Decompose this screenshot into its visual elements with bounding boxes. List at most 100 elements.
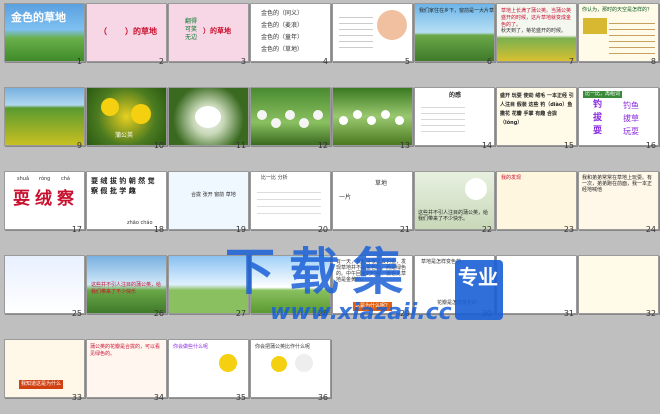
slide-number: 11 xyxy=(235,141,246,150)
slide-number: 24 xyxy=(645,225,656,234)
slide-thumbnail-1[interactable]: 金色的草地 1 xyxy=(0,0,85,66)
slide-thumbnail-16[interactable]: 比一比，再组词钓 钓鱼拔 拔草耍 玩耍 16 xyxy=(574,84,659,150)
slide-thumbnail-20[interactable]: 比一比 分析 20 xyxy=(246,168,331,234)
slide-thumbnail-8[interactable]: 你认为，那时的天空是怎样的？ 8 xyxy=(574,0,659,66)
slide-text: 这些并不引人注目的蒲公英，给我们带来了不少快乐。 xyxy=(418,210,489,222)
slide-thumbnail-21[interactable]: 一片 草地 21 xyxy=(328,168,413,234)
slide-text: 你认为，那时的天空是怎样的？ xyxy=(582,7,653,13)
slide-preview-5 xyxy=(332,3,413,62)
slide-preview-36: 你会把蒲公英比作什么呢 xyxy=(250,339,331,398)
slide-text: ）的草地 xyxy=(203,27,231,35)
slide-thumbnail-7[interactable]: 草地上长满了蒲公英。当蒲公英盛开的时候，这片草地就变成金色的了。 秋天到了，菊花盛… xyxy=(492,0,577,66)
dandelion-seed xyxy=(395,116,404,125)
dandelion-seed xyxy=(381,110,390,119)
slide-text: chá xyxy=(61,176,70,182)
slide-text: 金色的（草地） xyxy=(261,46,304,53)
slide-thumbnail-33[interactable]: 我知道这是为什么 33 xyxy=(0,336,85,402)
slide-thumbnail-9[interactable]: 9 xyxy=(0,84,85,150)
slide-text: 一片 xyxy=(339,194,352,201)
slide-text: róng xyxy=(39,176,51,182)
slide-text: 金色的（麦浪） xyxy=(261,22,304,29)
slide-text: 金色的（同义） xyxy=(261,10,304,17)
slide-preview-3: 翻得 可笑 无边 ）的草地 xyxy=(168,3,249,62)
slide-text: 金色的（童年） xyxy=(261,34,304,41)
slide-thumbnail-25[interactable]: 25 xyxy=(0,252,85,318)
slide-thumbnail-13[interactable]: 13 xyxy=(328,84,413,150)
dandelion xyxy=(219,354,237,372)
slide-number: 15 xyxy=(563,141,574,150)
slide-thumbnail-17[interactable]: shuǎ róng chá 耍绒察 17 xyxy=(0,168,85,234)
slide-number: 33 xyxy=(71,393,82,402)
slide-thumbnail-18[interactable]: 耍 绒 拔 钓 朝 然 觉 察 假 批 学 趣 zhāo cháo 18 xyxy=(82,168,167,234)
text-lines xyxy=(339,12,373,52)
dandelion-seed xyxy=(339,116,348,125)
slide-number: 16 xyxy=(645,141,656,150)
slide-text: 钓鱼 xyxy=(623,101,639,110)
slide-text: 你会做些什么呢 xyxy=(173,344,209,350)
slide-preview-17: shuǎ róng chá 耍绒察 xyxy=(4,171,85,230)
slide-number: 36 xyxy=(317,393,328,402)
slide-text: 蒲公英的花瓣是合拢的，可以看见绿色的。 xyxy=(90,344,161,357)
slide-preview-4: 金色的（同义） 金色的（麦浪） 金色的（童年） 金色的（草地） xyxy=(250,3,331,62)
slide-preview-31 xyxy=(496,255,577,314)
slide-thumbnail-32[interactable]: 32 xyxy=(574,252,659,318)
slide-thumbnail-15[interactable]: 盛开 玩耍 使劲 绒毛 一本正经 引人注目 假装 这些 钓（diào）鱼 撒花 … xyxy=(492,84,577,150)
dandelion xyxy=(271,356,287,372)
slide-text: 玩耍 xyxy=(623,127,639,136)
slide-thumbnail-23[interactable]: 我的发现 23 xyxy=(492,168,577,234)
slide-thumbnail-3[interactable]: 翻得 可笑 无边 ）的草地 3 xyxy=(164,0,249,66)
watermark-side: 专业 xyxy=(458,265,498,289)
slide-thumbnail-2[interactable]: （）的草地 2 xyxy=(82,0,167,66)
slide-thumbnail-26[interactable]: 这些并不引人注目的蒲公英，给我们带来了不少快乐 26 xyxy=(82,252,167,318)
slide-thumbnail-4[interactable]: 金色的（同义） 金色的（麦浪） 金色的（童年） 金色的（草地） 4 xyxy=(246,0,331,66)
thumbnail-image xyxy=(583,18,607,34)
slide-thumbnail-34[interactable]: 蒲公英的花瓣是合拢的，可以看见绿色的。 34 xyxy=(82,336,167,402)
slide-text: zhāo cháo xyxy=(127,220,153,226)
slide-thumbnail-6[interactable]: 我们家住在乡下，窗前是一大片草地 6 xyxy=(410,0,495,66)
slide-text: 合拢 张开 窗前 草地 xyxy=(191,192,236,198)
slide-thumbnail-19[interactable]: 合拢 张开 窗前 草地 19 xyxy=(164,168,249,234)
slide-thumbnail-12[interactable]: 12 xyxy=(246,84,331,150)
slide-thumbnail-24[interactable]: 我和弟弟常常在草地上玩耍。有一次，弟弟跑在前面，我一本正经地喊他 24 xyxy=(574,168,659,234)
watermark-main: 下载集 xyxy=(225,243,417,301)
dandelion-seed xyxy=(271,118,281,128)
slide-preview-15: 盛开 玩耍 使劲 绒毛 一本正经 引人注目 假装 这些 钓（diào）鱼 撒花 … xyxy=(496,87,577,146)
slide-text: （ xyxy=(99,27,107,36)
slide-text: 秋天到了，菊花盛开的时候。 xyxy=(501,28,567,34)
slide-text: 我和弟弟常常在草地上玩耍。有一次，弟弟跑在前面，我一本正经地喊他 xyxy=(582,175,653,193)
slide-text: 无边 xyxy=(185,34,198,41)
slide-thumbnail-14[interactable]: 的感 14 xyxy=(410,84,495,150)
slide-preview-26: 这些并不引人注目的蒲公英，给我们带来了不少快乐 xyxy=(86,255,167,314)
slide-preview-16: 比一比，再组词钓 钓鱼拔 拔草耍 玩耍 xyxy=(578,87,659,146)
slide-number: 17 xyxy=(71,225,82,234)
slide-text: 草地上长满了蒲公英。当蒲公英盛开的时候，这片草地就变成金色的了。 xyxy=(501,8,572,28)
slide-number: 27 xyxy=(235,309,246,318)
text-lines xyxy=(257,186,321,218)
dandelion-puff xyxy=(465,178,487,200)
slide-text: 可笑 xyxy=(185,26,198,33)
slide-thumbnail-11[interactable]: 11 xyxy=(164,84,249,150)
slide-thumbnail-22[interactable]: 这些并不引人注目的蒲公英，给我们带来了不少快乐。 22 xyxy=(410,168,495,234)
slide-text: 耍 xyxy=(13,189,30,209)
slide-preview-13 xyxy=(332,87,413,146)
slide-thumbnail-5[interactable]: 5 xyxy=(328,0,413,66)
dandelion-seed xyxy=(257,110,267,120)
slide-number: 23 xyxy=(563,225,574,234)
slide-preview-22: 这些并不引人注目的蒲公英，给我们带来了不少快乐。 xyxy=(414,171,495,230)
slide-number: 8 xyxy=(650,57,656,66)
slide-preview-18: 耍 绒 拔 钓 朝 然 觉 察 假 批 学 趣 zhāo cháo xyxy=(86,171,167,230)
slide-preview-10: 蒲公英 xyxy=(86,87,167,146)
slide-preview-19: 合拢 张开 窗前 草地 xyxy=(168,171,249,230)
slide-number: 31 xyxy=(563,309,574,318)
slide-text: 盛开 玩耍 使劲 绒毛 一本正经 引人注目 假装 这些 钓（diào）鱼 撒花 … xyxy=(500,93,574,126)
slide-preview-11 xyxy=(168,87,249,146)
slide-thumbnail-31[interactable]: 31 xyxy=(492,252,577,318)
slide-thumbnail-10[interactable]: 蒲公英 10 xyxy=(82,84,167,150)
slide-preview-34: 蒲公英的花瓣是合拢的，可以看见绿色的。 xyxy=(86,339,167,398)
dandelion xyxy=(101,98,119,116)
slide-thumbnail-35[interactable]: 你会做些什么呢 35 xyxy=(164,336,249,402)
slide-text: 的感 xyxy=(449,92,462,99)
slide-number: 10 xyxy=(153,141,164,150)
dandelion-seed xyxy=(313,110,323,120)
slide-thumbnail-36[interactable]: 你会把蒲公英比作什么呢 36 xyxy=(246,336,331,402)
